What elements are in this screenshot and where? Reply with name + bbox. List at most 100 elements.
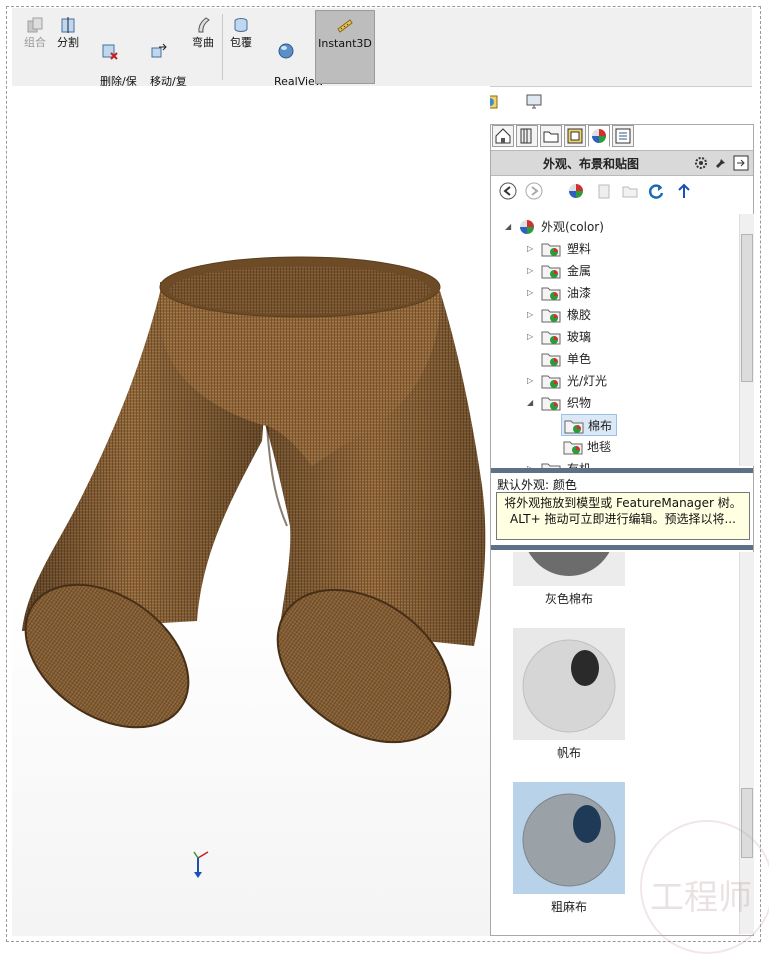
tree-item-label: 塑料: [567, 242, 592, 256]
fabric-pants-model[interactable]: [12, 256, 486, 774]
tree-item-carpet[interactable]: 地毯: [561, 436, 661, 458]
combine-button[interactable]: 组合: [18, 10, 52, 84]
appearance-add-icon[interactable]: [567, 182, 585, 200]
tree-item-single-color[interactable]: 单色: [527, 348, 727, 370]
canvas-thumbnail[interactable]: [513, 628, 625, 740]
add-folder-icon[interactable]: [621, 182, 639, 200]
flex-label: 弯曲: [192, 36, 214, 49]
expand-arrow-icon[interactable]: ▷: [527, 326, 537, 348]
combine-label: 组合: [24, 36, 46, 49]
split-button[interactable]: 分割: [52, 10, 84, 84]
library-icon: [520, 128, 532, 144]
tab-design-library[interactable]: [516, 125, 538, 147]
tree-item-plastic[interactable]: ▷ 塑料: [527, 238, 727, 260]
appearance-tree: ◢ 外观(color) ▷ 塑料 ▷ 金属 ▷ 油漆 ▷ 橡胶 ▷ 玻璃 单色 …: [491, 212, 739, 468]
default-appearance-text: 默认外观: 颜色: [497, 478, 577, 492]
realview-button[interactable]: RealView 图形: [260, 10, 324, 101]
split-label: 分割: [57, 36, 79, 49]
wrap-button[interactable]: 包覆: [226, 10, 256, 84]
tree-item-glass[interactable]: ▷ 玻璃: [527, 326, 727, 348]
pane-splitter-top[interactable]: [491, 468, 753, 473]
tree-item-label: 橡胶: [567, 308, 592, 322]
gallery-item-burlap[interactable]: 粗麻布: [491, 782, 647, 914]
coordinate-triad-icon: [193, 851, 209, 878]
up-level-icon[interactable]: [675, 182, 693, 200]
pin-icon[interactable]: [713, 155, 729, 171]
tree-scrollbar[interactable]: [739, 214, 754, 466]
tree-item-organic[interactable]: ▷ 有机: [527, 458, 727, 468]
appearance-ball-icon: [592, 129, 606, 143]
graphics-viewport[interactable]: [12, 86, 490, 936]
instant3d-button[interactable]: Instant3D: [315, 10, 375, 84]
expand-arrow-icon[interactable]: ▷: [527, 458, 537, 468]
task-pane-header: 外观、布景和贴图: [491, 150, 753, 176]
tree-item-label: 棉布: [588, 419, 613, 433]
move-copy-body-button[interactable]: 移动/复 制实体: [136, 10, 187, 101]
tree-item-metal[interactable]: ▷ 金属: [527, 260, 727, 282]
tree-item-cotton[interactable]: 棉布: [561, 414, 617, 436]
tab-appearances-scenes-decals[interactable]: [588, 125, 610, 147]
tree-item-label: 有机: [567, 458, 591, 468]
expand-arrow-icon[interactable]: ▷: [527, 238, 537, 260]
task-pane-title: 外观、布景和贴图: [543, 157, 640, 171]
tree-item-label: 地毯: [587, 440, 612, 454]
appearance-folder-icon: [564, 420, 584, 434]
appearance-folder-icon: [563, 441, 583, 455]
tree-item-paint[interactable]: ▷ 油漆: [527, 282, 727, 304]
tab-view-palette[interactable]: [564, 125, 586, 147]
appearance-folder-icon: [541, 287, 561, 301]
task-pane-navigation: [491, 176, 753, 206]
tree-item-label: 玻璃: [567, 330, 592, 344]
wrap-icon: [234, 18, 248, 32]
expand-arrow-icon[interactable]: ▷: [527, 304, 537, 326]
split-icon: [61, 17, 75, 33]
tab-custom-properties[interactable]: [612, 125, 634, 147]
task-pane-tabs: [490, 124, 754, 148]
appearance-folder-icon: [541, 353, 561, 367]
appearance-folder-icon: [541, 243, 561, 257]
view-settings-icon[interactable]: [525, 92, 543, 110]
tree-item-label: 金属: [567, 264, 592, 278]
flex-icon: [198, 17, 210, 33]
tree-item-label: 外观(color): [541, 220, 604, 234]
delete-keep-body-button[interactable]: 删除/保 留实体: [86, 10, 137, 101]
tree-item-lights[interactable]: ▷ 光/灯光: [527, 370, 727, 392]
forward-icon[interactable]: [525, 182, 543, 200]
expand-arrow-icon[interactable]: ▷: [527, 370, 537, 392]
appearance-folder-icon: [541, 397, 561, 411]
collapse-pane-icon[interactable]: [733, 155, 749, 171]
tree-item-fabric[interactable]: ◢ 织物: [527, 392, 727, 414]
gallery-item-label: 粗麻布: [550, 900, 587, 914]
tree-scrollbar-thumb[interactable]: [741, 234, 753, 382]
tab-file-explorer[interactable]: [540, 125, 562, 147]
gallery-item-gray-cotton[interactable]: 灰色棉布: [491, 552, 647, 606]
move-copy-body-icon: [151, 43, 167, 58]
tree-item-label: 油漆: [567, 286, 592, 300]
tree-item-appearances-root[interactable]: ◢ 外观(color): [505, 216, 735, 238]
view-palette-icon: [567, 128, 583, 144]
instant3d-icon: [337, 19, 353, 33]
refresh-icon[interactable]: [647, 182, 665, 200]
back-icon[interactable]: [499, 182, 517, 200]
tree-item-rubber[interactable]: ▷ 橡胶: [527, 304, 727, 326]
expand-arrow-icon[interactable]: ▷: [527, 282, 537, 304]
gear-icon[interactable]: [693, 155, 709, 171]
properties-list-icon: [615, 128, 631, 144]
library-add-icon[interactable]: [595, 182, 613, 200]
gallery-item-canvas[interactable]: 帆布: [491, 628, 647, 760]
flex-button[interactable]: 弯曲: [188, 10, 218, 84]
burlap-thumbnail[interactable]: [513, 782, 625, 894]
appearance-folder-icon: [541, 375, 561, 389]
collapse-arrow-icon[interactable]: ◢: [527, 392, 537, 414]
collapse-arrow-icon[interactable]: ◢: [505, 216, 515, 238]
tree-item-label: 光/灯光: [567, 374, 608, 388]
expand-arrow-icon[interactable]: ▷: [527, 260, 537, 282]
watermark-text: 工程师: [650, 878, 752, 918]
tab-solidworks-resources[interactable]: [492, 125, 514, 147]
gray-cotton-thumbnail[interactable]: [513, 552, 625, 586]
pane-splitter-bottom[interactable]: [491, 545, 753, 550]
appearance-folder-icon: [541, 265, 561, 279]
model-canvas[interactable]: [12, 86, 490, 936]
appearance-folder-icon: [541, 331, 561, 345]
tree-item-label: 单色: [567, 352, 592, 366]
